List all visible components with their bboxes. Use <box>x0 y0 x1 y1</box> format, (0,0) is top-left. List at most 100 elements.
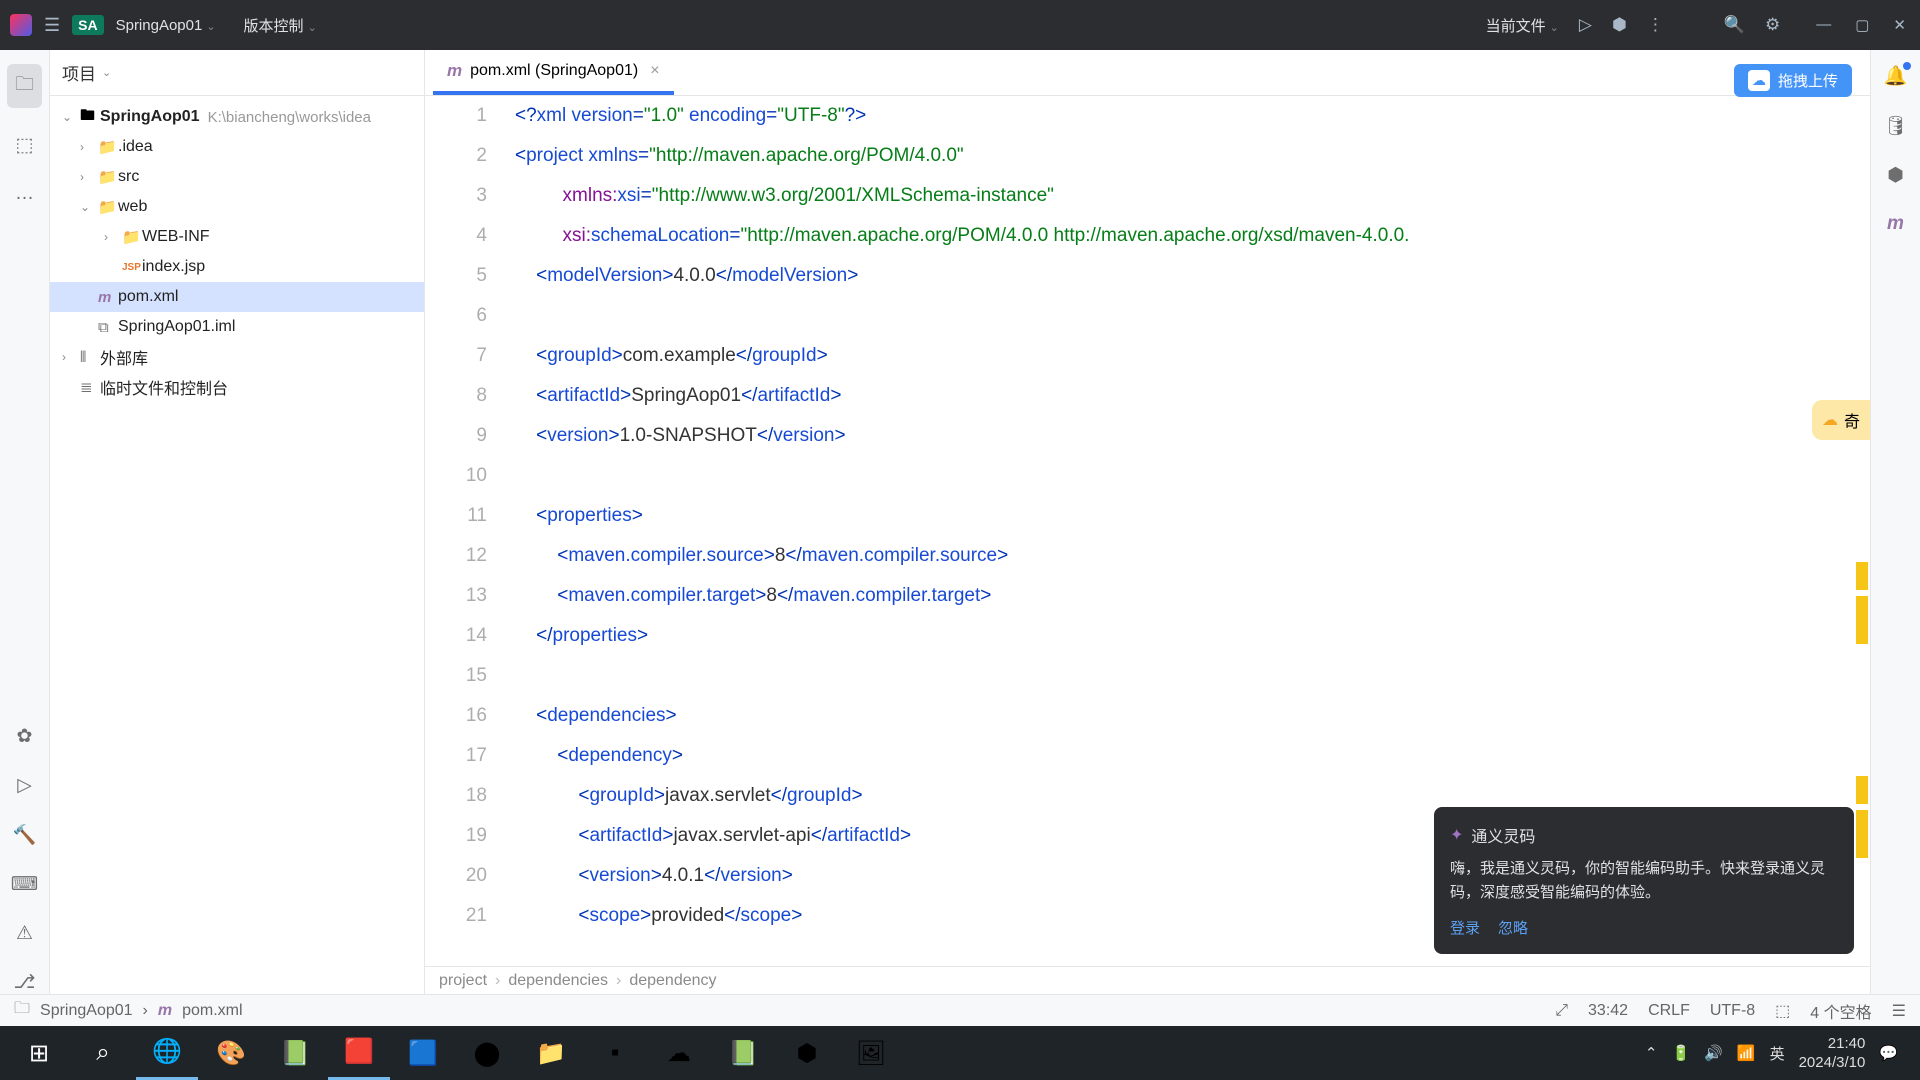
cursor-position[interactable]: 33:42 <box>1588 1002 1628 1020</box>
tree-item[interactable]: ⧉SpringAop01.iml <box>50 312 424 342</box>
line-gutter: 123456789101112131415161718192021 <box>425 96 515 994</box>
project-tree: ⌄ 🖿 SpringAop01 K:\biancheng\works\idea … <box>50 96 424 408</box>
close-icon[interactable]: × <box>650 62 659 80</box>
title-bar-left: ☰ SA SpringAop01⌄ 版本控制⌄ <box>10 14 317 36</box>
explorer-icon[interactable]: 📁 <box>520 1026 582 1080</box>
git-icon[interactable]: ⎇ <box>14 971 36 994</box>
services-icon[interactable]: ▷ <box>17 774 32 797</box>
database-icon[interactable]: 🛢 <box>1883 114 1907 138</box>
system-tray: ⌃ 🔋 🔊 📶 英 21:40 2024/3/10 💬 <box>1645 1034 1912 1073</box>
wifi-icon[interactable]: 📶 <box>1737 1044 1756 1062</box>
right-toolbar: 🔔 🛢 ⬢ m <box>1870 50 1920 994</box>
start-button[interactable]: ⊞ <box>8 1026 70 1080</box>
notification-center-icon[interactable]: 💬 <box>1879 1044 1898 1062</box>
chevron-right-icon: › <box>495 972 500 990</box>
ignore-button[interactable]: 忽略 <box>1498 917 1528 938</box>
tab-pom-xml[interactable]: m pom.xml (SpringAop01) × <box>433 50 674 95</box>
ime-indicator[interactable]: 英 <box>1770 1043 1785 1064</box>
more-icon[interactable]: ⋮ <box>1647 15 1664 35</box>
tree-item[interactable]: mpom.xml <box>50 282 424 312</box>
search-icon[interactable]: 🔍 <box>1724 15 1745 35</box>
indent-info[interactable]: 4 个空格 <box>1810 999 1871 1023</box>
file-icon: m <box>98 289 118 306</box>
tool-icon-1[interactable]: ✿ <box>17 725 33 748</box>
app-icon[interactable] <box>10 14 32 36</box>
terminal-icon[interactable]: ⌨ <box>11 873 38 896</box>
battery-icon[interactable]: 🔋 <box>1672 1044 1691 1062</box>
tree-item-label: 临时文件和控制台 <box>100 375 228 399</box>
build-icon[interactable]: 🔨 <box>13 823 37 847</box>
volume-icon[interactable]: 🔊 <box>1704 1044 1723 1062</box>
maximize-icon[interactable]: ▢ <box>1851 12 1873 38</box>
search-button[interactable]: ⌕ <box>72 1026 134 1080</box>
app-icon[interactable]: 📗 <box>712 1026 774 1080</box>
status-right: ⤢ 33:42 CRLF UTF-8 ⬚ 4 个空格 ☰ <box>1555 999 1906 1023</box>
intellij-icon[interactable]: 🟥 <box>328 1026 390 1080</box>
app-icon[interactable]: ⬤ <box>456 1026 518 1080</box>
run-icon[interactable]: ▷ <box>1579 15 1592 35</box>
status-icon[interactable]: ⤢ <box>1555 1002 1568 1020</box>
edge-icon[interactable]: 🌐 <box>136 1026 198 1080</box>
minimize-icon[interactable]: — <box>1812 12 1835 38</box>
title-bar: ☰ SA SpringAop01⌄ 版本控制⌄ 当前文件⌄ ▷ ⬢ ⋮ 🔍 ⚙ … <box>0 0 1920 50</box>
project-panel-header[interactable]: 项目 ⌄ <box>50 50 424 96</box>
tree-item[interactable]: ›📁WEB-INF <box>50 222 424 252</box>
chevron-icon: › <box>80 170 98 184</box>
app-icon[interactable]: 🟦 <box>392 1026 454 1080</box>
maven-m-icon[interactable]: m <box>1887 213 1904 235</box>
tree-item[interactable]: ≣临时文件和控制台 <box>50 372 424 402</box>
status-file[interactable]: pom.xml <box>182 1002 242 1020</box>
structure-tool-icon[interactable]: ⬚ <box>16 134 34 157</box>
drag-upload-button[interactable]: ☁ 拖拽上传 <box>1734 64 1852 97</box>
problems-icon[interactable]: ⚠ <box>16 922 33 945</box>
close-icon[interactable]: ✕ <box>1889 12 1910 38</box>
tree-item-label: index.jsp <box>142 258 205 276</box>
tray-chevron-icon[interactable]: ⌃ <box>1645 1044 1658 1062</box>
line-ending[interactable]: CRLF <box>1648 1002 1690 1020</box>
app-icon[interactable]: 📗 <box>264 1026 326 1080</box>
more-tool-icon[interactable]: … <box>15 183 34 205</box>
notifications-icon[interactable]: 🔔 <box>1884 64 1908 88</box>
app-icon[interactable]: 🎨 <box>200 1026 262 1080</box>
tree-item[interactable]: ⌄📁web <box>50 192 424 222</box>
chevron-icon: › <box>104 230 122 244</box>
current-file-selector[interactable]: 当前文件⌄ <box>1486 15 1559 36</box>
file-icon: 📁 <box>98 138 118 156</box>
status-icon[interactable]: ☰ <box>1892 1001 1906 1021</box>
scrollbar-mark[interactable] <box>1856 562 1868 590</box>
chevron-right-icon: › <box>616 972 621 990</box>
taskbar-left: ⊞ ⌕ 🌐 🎨 📗 🟥 🟦 ⬤ 📁 ▪ ☁ 📗 ⬢ 🖼 <box>8 1026 902 1080</box>
tree-item[interactable]: JSPindex.jsp <box>50 252 424 282</box>
project-badge[interactable]: SA <box>72 15 103 35</box>
tree-root[interactable]: ⌄ 🖿 SpringAop01 K:\biancheng\works\idea <box>50 102 424 132</box>
app-icon[interactable]: ⬢ <box>776 1026 838 1080</box>
tree-item-label: pom.xml <box>118 288 178 306</box>
login-button[interactable]: 登录 <box>1450 917 1480 938</box>
scrollbar-mark[interactable] <box>1856 810 1868 858</box>
breadcrumb-item[interactable]: dependency <box>629 972 716 990</box>
status-project[interactable]: SpringAop01 <box>40 1002 133 1020</box>
folder-icon: 🖿 <box>80 105 100 130</box>
encoding[interactable]: UTF-8 <box>1710 1002 1755 1020</box>
breadcrumb-item[interactable]: dependencies <box>508 972 608 990</box>
promo-badge[interactable]: ☁ 奇 <box>1812 400 1870 440</box>
breadcrumb-item[interactable]: project <box>439 972 487 990</box>
file-icon: ⫴ <box>80 349 100 366</box>
project-tool-icon[interactable]: 🗀 <box>7 64 42 108</box>
app-icon[interactable]: 🖼 <box>840 1026 902 1080</box>
settings-icon[interactable]: ⚙ <box>1765 15 1780 35</box>
ai-tool-icon[interactable]: ⬢ <box>1887 164 1904 187</box>
scrollbar-mark[interactable] <box>1856 776 1868 804</box>
project-name[interactable]: SpringAop01⌄ <box>116 17 216 34</box>
version-control-menu[interactable]: 版本控制⌄ <box>244 15 317 36</box>
status-icon[interactable]: ⬚ <box>1775 1001 1790 1021</box>
tree-item[interactable]: ›📁src <box>50 162 424 192</box>
clock[interactable]: 21:40 2024/3/10 <box>1799 1034 1866 1073</box>
tree-item[interactable]: ›⫴外部库 <box>50 342 424 372</box>
debug-icon[interactable]: ⬢ <box>1612 15 1627 35</box>
tree-item[interactable]: ›📁.idea <box>50 132 424 162</box>
app-icon[interactable]: ☁ <box>648 1026 710 1080</box>
terminal-icon[interactable]: ▪ <box>584 1026 646 1080</box>
hamburger-icon[interactable]: ☰ <box>44 15 60 36</box>
scrollbar-mark[interactable] <box>1856 596 1868 644</box>
